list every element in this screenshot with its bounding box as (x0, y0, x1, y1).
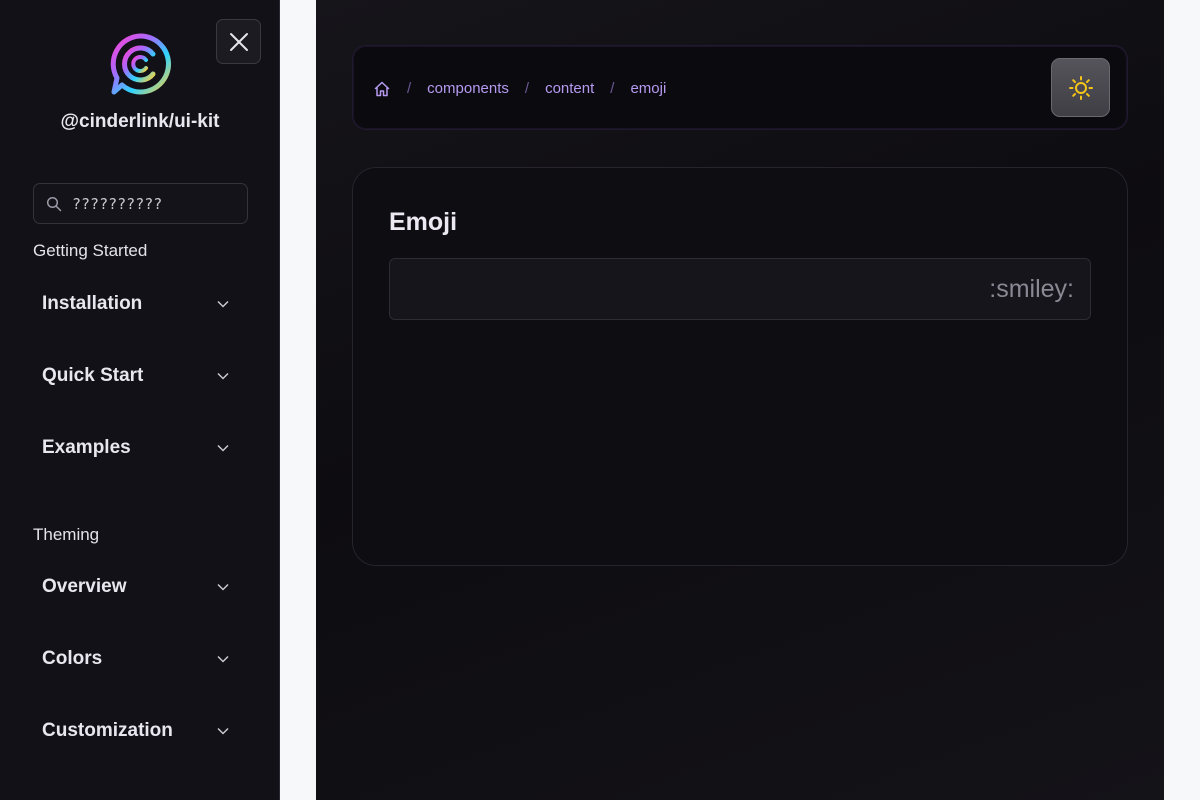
sun-icon (1068, 75, 1093, 100)
chevron-down-icon (217, 444, 229, 452)
breadcrumb: / components / content / emoji (352, 45, 1128, 130)
logo-icon (110, 33, 171, 95)
nav-item-quick-start[interactable]: Quick Start (33, 354, 238, 398)
section-label-getting-started: Getting Started (33, 241, 148, 260)
theme-toggle-button[interactable] (1051, 58, 1110, 117)
breadcrumb-components[interactable]: components (427, 80, 509, 97)
close-icon (229, 32, 248, 51)
breadcrumb-separator: / (407, 80, 412, 97)
search-icon (46, 196, 62, 211)
section-label-theming: Theming (33, 525, 100, 544)
nav-item-label: Colors (42, 648, 103, 669)
nav-item-label: Examples (42, 437, 131, 458)
nav-item-label: Customization (42, 720, 173, 741)
close-sidebar-button[interactable] (216, 19, 261, 64)
breadcrumb-content[interactable]: content (545, 80, 594, 97)
nav-item-label: Overview (42, 576, 127, 597)
emoji-display: :smiley: (389, 258, 1091, 320)
nav-item-label: Installation (42, 293, 143, 314)
chevron-down-icon (217, 300, 229, 308)
nav-item-customization[interactable]: Customization (33, 709, 238, 753)
main-content: / components / content / emoji Emoji :sm… (316, 0, 1164, 800)
emoji-value: :smiley: (989, 274, 1074, 303)
search-input[interactable] (72, 194, 242, 213)
breadcrumb-emoji[interactable]: emoji (630, 80, 666, 97)
chevron-down-icon (217, 727, 229, 735)
nav-item-overview[interactable]: Overview (33, 565, 238, 609)
breadcrumb-separator: / (524, 80, 530, 97)
card-title: Emoji (389, 208, 458, 236)
nav-item-colors[interactable]: Colors (33, 637, 238, 681)
search-box[interactable] (33, 183, 248, 224)
sidebar: @cinderlink/ui-kit Getting Started Insta… (0, 0, 280, 800)
package-name: @cinderlink/ui-kit (60, 111, 220, 132)
chevron-down-icon (217, 372, 229, 380)
nav-item-examples[interactable]: Examples (33, 426, 238, 470)
home-icon[interactable] (373, 80, 391, 98)
emoji-demo-card: Emoji :smiley: (352, 167, 1128, 566)
chevron-down-icon (217, 583, 229, 591)
breadcrumb-separator: / (610, 80, 615, 97)
nav-item-installation[interactable]: Installation (33, 282, 238, 326)
nav-item-label: Quick Start (42, 365, 144, 386)
chevron-down-icon (217, 655, 229, 663)
